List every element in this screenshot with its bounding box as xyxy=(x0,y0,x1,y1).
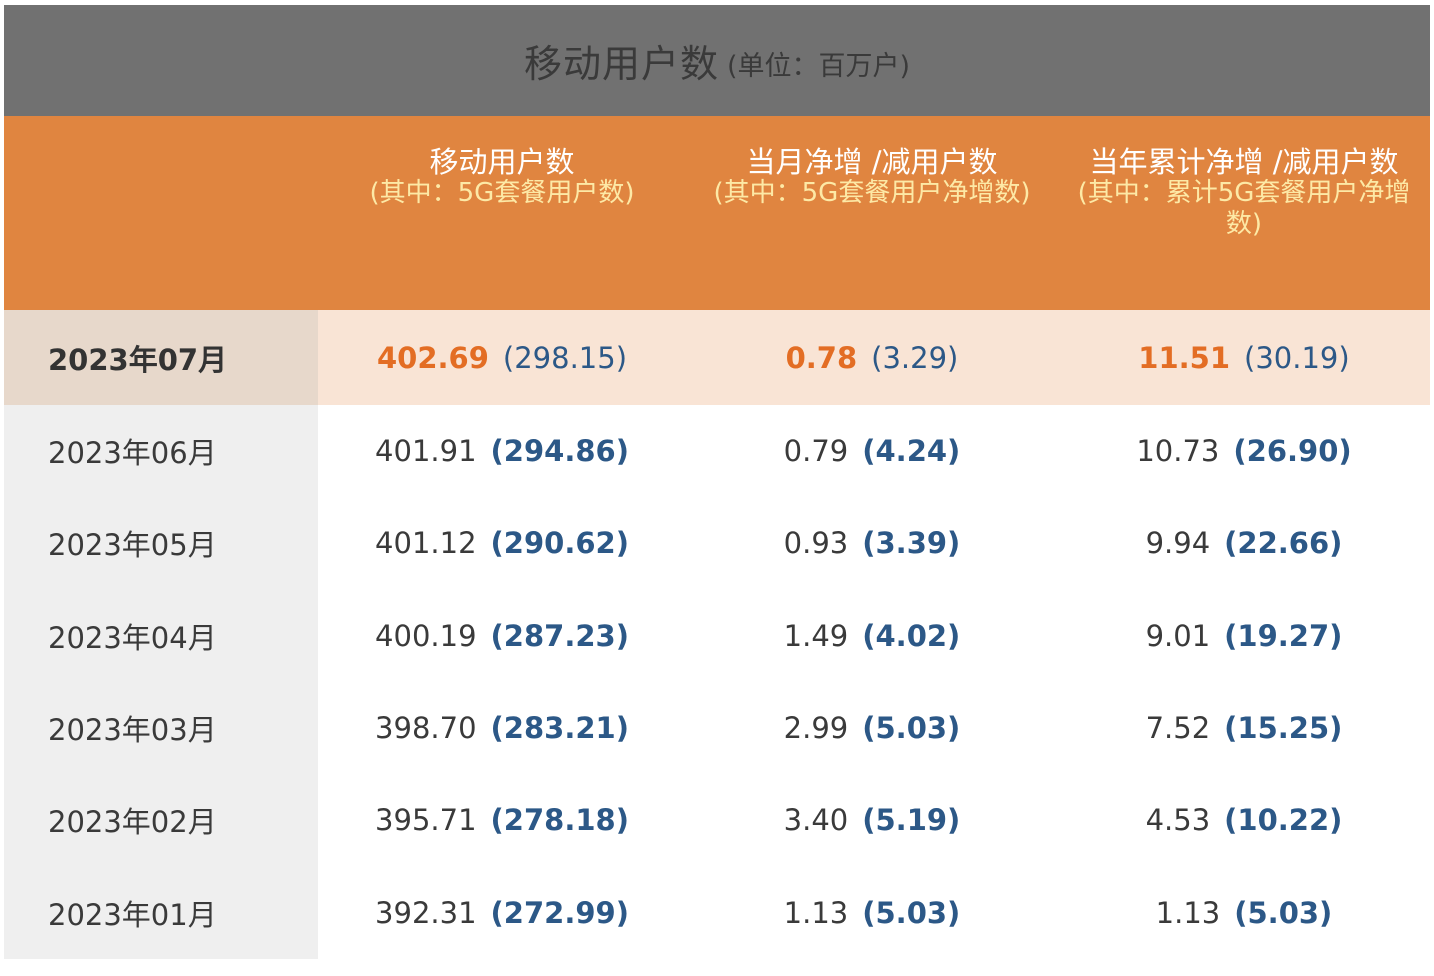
cell-monthly-net: 3.40 (5.19) xyxy=(686,774,1058,867)
header-label: 当月净增 /减用户数 xyxy=(746,145,998,179)
cell-mobile-users: 402.69 (298.15) xyxy=(318,310,686,405)
value: 9.01 xyxy=(1145,618,1211,653)
cell-mobile-users: 392.31 (272.99) xyxy=(318,866,686,959)
value: 9.94 xyxy=(1145,526,1211,561)
value-5g: (10.22) xyxy=(1224,803,1343,838)
value-5g: (294.86) xyxy=(490,434,629,469)
value: 400.19 xyxy=(375,618,477,653)
header-label: 移动用户数 xyxy=(429,145,575,179)
value-5g: (5.19) xyxy=(862,803,961,838)
row-date: 2023年07月 xyxy=(4,310,318,405)
cell-monthly-net: 2.99 (5.03) xyxy=(686,681,1058,775)
value: 3.40 xyxy=(783,803,849,838)
value-5g: (3.39) xyxy=(862,526,961,561)
value-5g: (4.24) xyxy=(862,434,961,469)
header-sublabel: (其中：5G套餐用户净增数) xyxy=(713,178,1031,208)
cell-ytd-net: 10.73 (26.90) xyxy=(1058,405,1430,498)
value-5g: (15.25) xyxy=(1224,711,1343,746)
value: 2.99 xyxy=(783,711,849,746)
table-row: 2023年03月 398.70 (283.21) 2.99 (5.03) 7.52 (… xyxy=(4,681,1430,775)
table-row: 2023年06月 401.91 (294.86) 0.79 (4.24) 10.73… xyxy=(4,405,1430,498)
value: 7.52 xyxy=(1145,711,1211,746)
value-5g: (4.02) xyxy=(862,618,961,653)
table-row: 2023年04月 400.19 (287.23) 1.49 (4.02) 9.01 (… xyxy=(4,589,1430,682)
cell-monthly-net: 0.78 (3.29) xyxy=(686,310,1058,405)
value-5g: (22.66) xyxy=(1224,526,1343,561)
value: 392.31 xyxy=(375,895,477,930)
cell-mobile-users: 400.19 (287.23) xyxy=(318,589,686,682)
value: 0.93 xyxy=(783,526,849,561)
table-unit: (单位：百万户) xyxy=(726,51,911,82)
value: 1.49 xyxy=(783,618,849,653)
value-5g: (19.27) xyxy=(1224,618,1343,653)
cell-mobile-users: 401.12 (290.62) xyxy=(318,497,686,590)
value: 0.79 xyxy=(783,434,849,469)
value: 1.13 xyxy=(1155,895,1221,930)
row-date: 2023年02月 xyxy=(4,774,318,867)
cell-monthly-net: 0.79 (4.24) xyxy=(686,405,1058,498)
table-title: 移动用户数 xyxy=(523,42,719,86)
cell-monthly-net: 1.49 (4.02) xyxy=(686,589,1058,682)
cell-ytd-net: 9.01 (19.27) xyxy=(1058,589,1430,682)
value: 11.51 xyxy=(1138,340,1231,375)
cell-monthly-net: 1.13 (5.03) xyxy=(686,866,1058,959)
header-mobile-users: 移动用户数 (其中：5G套餐用户数) xyxy=(318,116,686,310)
value-5g: (26.90) xyxy=(1233,434,1352,469)
value-5g: (278.18) xyxy=(490,803,629,838)
header-label: 当年累计净增 /减用户数 xyxy=(1089,145,1399,179)
value-5g: (5.03) xyxy=(1234,895,1333,930)
value: 401.91 xyxy=(375,434,477,469)
table-row: 2023年02月 395.71 (278.18) 3.40 (5.19) 4.53 (… xyxy=(4,774,1430,867)
cell-monthly-net: 0.93 (3.39) xyxy=(686,497,1058,590)
table-row: 2023年05月 401.12 (290.62) 0.93 (3.39) 9.94 (… xyxy=(4,497,1430,590)
value: 402.69 xyxy=(376,340,489,375)
mobile-users-table: 移动用户数 (单位：百万户) 移动用户数 (其中：5G套餐用户数) 当月净增 /… xyxy=(4,5,1430,959)
cell-ytd-net: 11.51 (30.19) xyxy=(1058,310,1430,405)
value: 401.12 xyxy=(375,526,477,561)
value: 0.78 xyxy=(785,340,858,375)
value: 398.70 xyxy=(375,711,477,746)
value: 1.13 xyxy=(783,895,849,930)
value-5g: (5.03) xyxy=(862,711,961,746)
header-sublabel: (其中：累计5G套餐用户净增数) xyxy=(1077,178,1411,239)
value-5g: (272.99) xyxy=(490,895,629,930)
cell-mobile-users: 398.70 (283.21) xyxy=(318,681,686,775)
value-5g: (3.29) xyxy=(871,340,959,375)
header-monthly-net-change: 当月净增 /减用户数 (其中：5G套餐用户净增数) xyxy=(686,116,1058,310)
cell-mobile-users: 401.91 (294.86) xyxy=(318,405,686,498)
table-header-row: 移动用户数 (其中：5G套餐用户数) 当月净增 /减用户数 (其中：5G套餐用户… xyxy=(4,116,1430,310)
cell-ytd-net: 1.13 (5.03) xyxy=(1058,866,1430,959)
table-row: 2023年07月 402.69 (298.15) 0.78 (3.29) 11.51… xyxy=(4,310,1430,405)
cell-ytd-net: 7.52 (15.25) xyxy=(1058,681,1430,775)
table-title-bar: 移动用户数 (单位：百万户) xyxy=(4,5,1430,116)
row-date: 2023年06月 xyxy=(4,405,318,498)
cell-mobile-users: 395.71 (278.18) xyxy=(318,774,686,867)
value-5g: (298.15) xyxy=(502,340,628,375)
value: 395.71 xyxy=(375,803,477,838)
row-date: 2023年03月 xyxy=(4,681,318,775)
header-ytd-net-change: 当年累计净增 /减用户数 (其中：累计5G套餐用户净增数) xyxy=(1058,116,1430,310)
value-5g: (5.03) xyxy=(862,895,961,930)
value: 10.73 xyxy=(1136,434,1220,469)
value: 4.53 xyxy=(1145,803,1211,838)
header-sublabel: (其中：5G套餐用户数) xyxy=(369,178,635,208)
cell-ytd-net: 9.94 (22.66) xyxy=(1058,497,1430,590)
row-date: 2023年04月 xyxy=(4,589,318,682)
row-date: 2023年05月 xyxy=(4,497,318,590)
cell-ytd-net: 4.53 (10.22) xyxy=(1058,774,1430,867)
table-row: 2023年01月 392.31 (272.99) 1.13 (5.03) 1.13 (… xyxy=(4,866,1430,959)
row-date: 2023年01月 xyxy=(4,866,318,959)
value-5g: (290.62) xyxy=(490,526,629,561)
header-corner xyxy=(4,116,318,310)
value-5g: (283.21) xyxy=(490,711,629,746)
value-5g: (287.23) xyxy=(490,618,629,653)
value-5g: (30.19) xyxy=(1244,340,1350,375)
